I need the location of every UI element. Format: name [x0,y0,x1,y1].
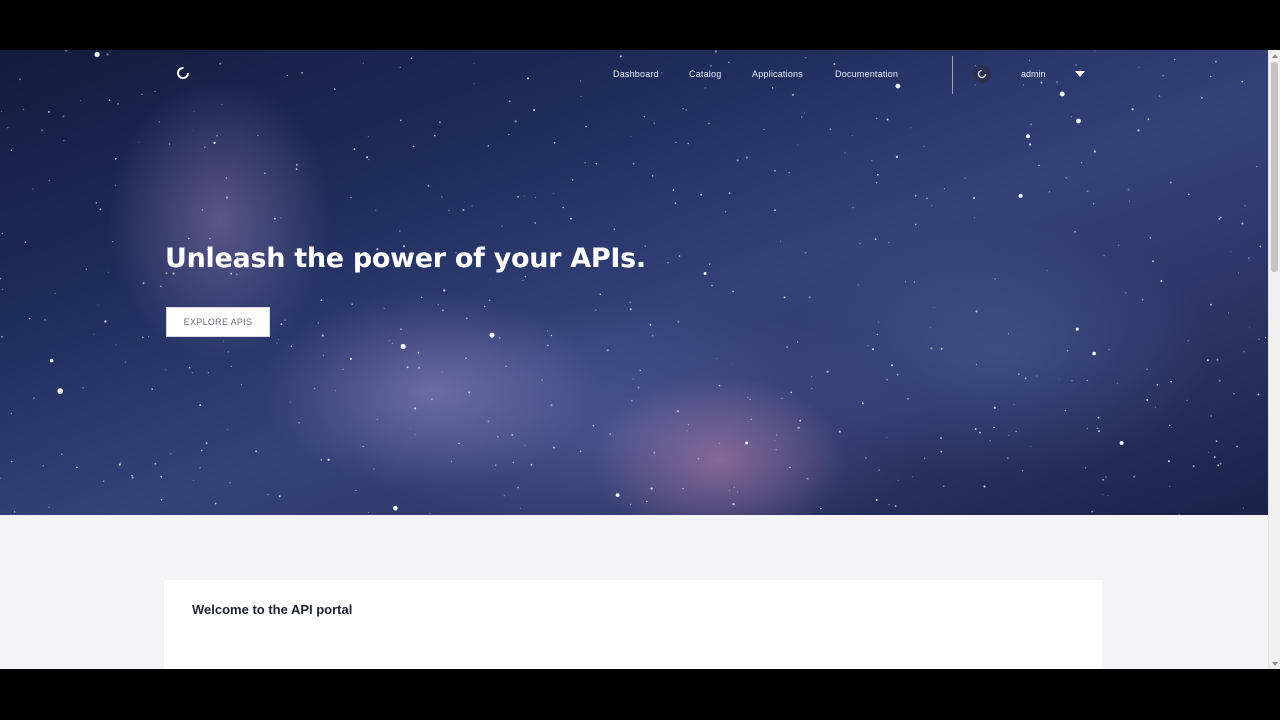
hero-title: Unleash the power of your APIs. [165,243,646,274]
welcome-card: Welcome to the API portal [164,580,1102,669]
scroll-down-arrow-icon[interactable] [1272,662,1278,666]
hero-banner: Dashboard Catalog Applications Documenta… [0,50,1268,515]
video-letterbox-bottom [0,669,1280,720]
nav-documentation-link[interactable]: Documentation [835,69,898,79]
user-menu-name[interactable]: admin [1021,69,1046,79]
user-avatar-icon[interactable] [973,65,991,83]
nav-divider [952,56,953,94]
starfield-background [0,50,1267,515]
scroll-up-arrow-icon[interactable] [1272,54,1278,58]
video-letterbox-top [0,0,1280,50]
caret-down-icon[interactable] [1075,71,1085,77]
explore-apis-button[interactable]: EXPLORE APIS [166,307,270,337]
scrollbar-thumb[interactable] [1271,62,1278,272]
top-navigation: Dashboard Catalog Applications Documenta… [0,50,1268,100]
welcome-title: Welcome to the API portal [192,602,353,617]
portal-logo-icon[interactable] [176,66,190,80]
browser-viewport: Dashboard Catalog Applications Documenta… [0,50,1280,669]
nav-catalog-link[interactable]: Catalog [689,69,721,79]
nav-dashboard-link[interactable]: Dashboard [613,69,659,79]
page-scrollbar[interactable] [1268,50,1280,669]
nav-applications-link[interactable]: Applications [752,69,803,79]
